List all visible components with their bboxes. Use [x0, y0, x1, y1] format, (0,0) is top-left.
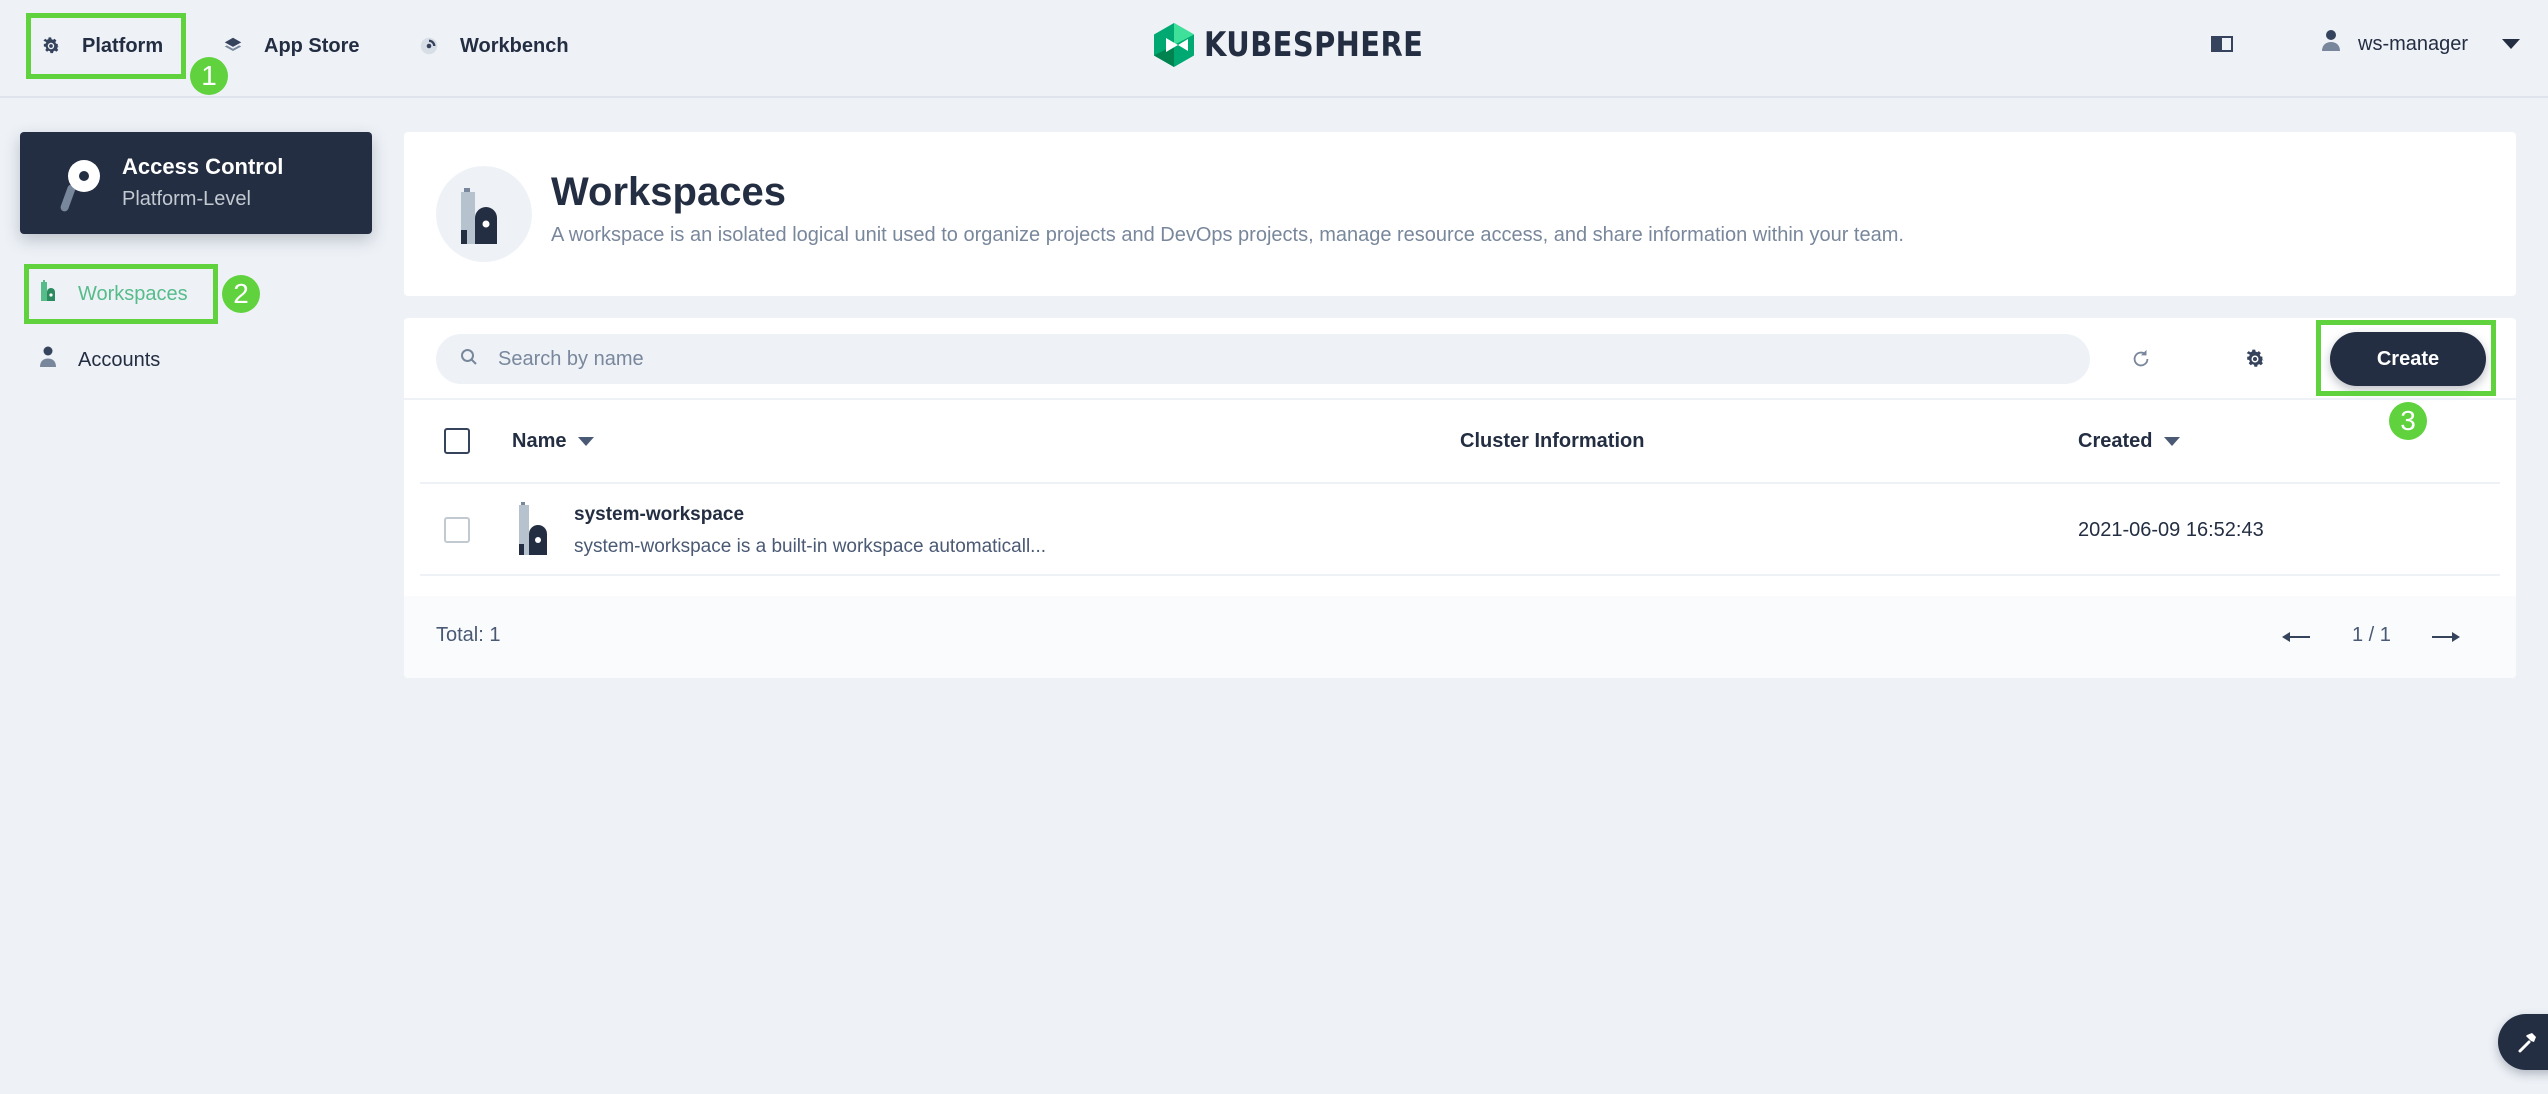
- access-control-title: Access Control: [122, 154, 284, 179]
- previous-page-button[interactable]: [2282, 622, 2312, 652]
- sort-caret-icon: [2164, 437, 2181, 446]
- logo-text: KUBESPHERE: [1204, 25, 1424, 65]
- column-cluster-label: Cluster Information: [1460, 430, 1645, 452]
- total-count: Total: 1: [436, 624, 501, 646]
- refresh-button[interactable]: [2126, 344, 2156, 374]
- sidebar-item-accounts[interactable]: Accounts: [40, 338, 160, 382]
- workspace-large-icon: [436, 166, 532, 262]
- settings-button[interactable]: [2240, 344, 2270, 374]
- list-toolbar: Create: [404, 318, 2516, 400]
- column-created-label: Created: [2078, 430, 2153, 452]
- arrow-left-icon: [2282, 632, 2310, 642]
- chevron-down-icon: [2502, 39, 2521, 49]
- page-description: A workspace is an isolated logical unit …: [551, 224, 1904, 246]
- column-header-created[interactable]: Created: [2078, 430, 2181, 453]
- select-all-checkbox[interactable]: [444, 428, 470, 454]
- hammer-icon: [2518, 1033, 2536, 1053]
- top-navigation-bar: Platform App Store Workbench KUBESPHERE …: [0, 0, 2548, 98]
- refresh-icon: [2133, 349, 2149, 367]
- annotation-highlight-platform: [26, 13, 186, 79]
- search-bar[interactable]: [436, 334, 2090, 384]
- toolbox-button[interactable]: [2498, 1014, 2548, 1070]
- nav-app-store-label: App Store: [264, 34, 360, 57]
- table-footer: Total: 1 1 / 1: [404, 596, 2516, 678]
- access-control-subtitle: Platform-Level: [122, 188, 251, 210]
- search-input[interactable]: [498, 347, 1998, 371]
- key-icon: [60, 160, 100, 212]
- workspace-created-time: 2021-06-09 16:52:43: [2078, 519, 2264, 541]
- page-indicator: 1 / 1: [2352, 624, 2391, 646]
- row-checkbox[interactable]: [444, 517, 470, 543]
- table-header: Name Cluster Information Created: [420, 400, 2500, 484]
- nav-app-store[interactable]: App Store: [222, 24, 360, 68]
- nav-workbench[interactable]: Workbench: [418, 24, 569, 68]
- annotation-badge-2: 2: [222, 275, 260, 313]
- column-name-label: Name: [512, 430, 567, 452]
- access-control-card: Access Control Platform-Level: [20, 132, 372, 234]
- dashboard-icon: [418, 35, 440, 57]
- layers-icon: [222, 35, 244, 57]
- annotation-badge-1: 1: [190, 57, 228, 95]
- workspace-icon: [519, 502, 547, 555]
- kubesphere-logo[interactable]: KUBESPHERE: [1152, 22, 1462, 68]
- user-icon: [40, 346, 56, 374]
- search-icon: [460, 348, 478, 371]
- page-header-card: Workspaces A workspace is an isolated lo…: [404, 132, 2516, 296]
- layout-toggle-icon[interactable]: [2210, 34, 2234, 54]
- user-name: ws-manager: [2358, 32, 2469, 55]
- column-header-name[interactable]: Name: [512, 430, 595, 453]
- user-menu[interactable]: ws-manager: [2322, 26, 2521, 62]
- kubesphere-logo-icon: [1154, 23, 1194, 67]
- table-row[interactable]: system-workspace system-workspace is a b…: [420, 484, 2500, 576]
- workspaces-list-card: Create Name Cluster Information Created …: [404, 318, 2516, 678]
- column-header-cluster: Cluster Information: [1460, 430, 1644, 453]
- nav-workbench-label: Workbench: [460, 34, 569, 57]
- page-title: Workspaces: [551, 170, 786, 214]
- gear-icon: [2246, 349, 2265, 367]
- annotation-highlight-workspaces: [24, 264, 218, 324]
- workspace-description: system-workspace is a built-in workspace…: [574, 536, 1047, 557]
- annotation-badge-3: 3: [2389, 402, 2427, 440]
- annotation-highlight-create: [2316, 320, 2496, 396]
- next-page-button[interactable]: [2430, 622, 2460, 652]
- arrow-right-icon: [2432, 632, 2460, 642]
- workspace-name-link[interactable]: system-workspace: [574, 504, 744, 526]
- sort-caret-icon: [578, 437, 595, 446]
- user-icon: [2322, 29, 2340, 59]
- sidebar-item-label: Accounts: [78, 348, 161, 371]
